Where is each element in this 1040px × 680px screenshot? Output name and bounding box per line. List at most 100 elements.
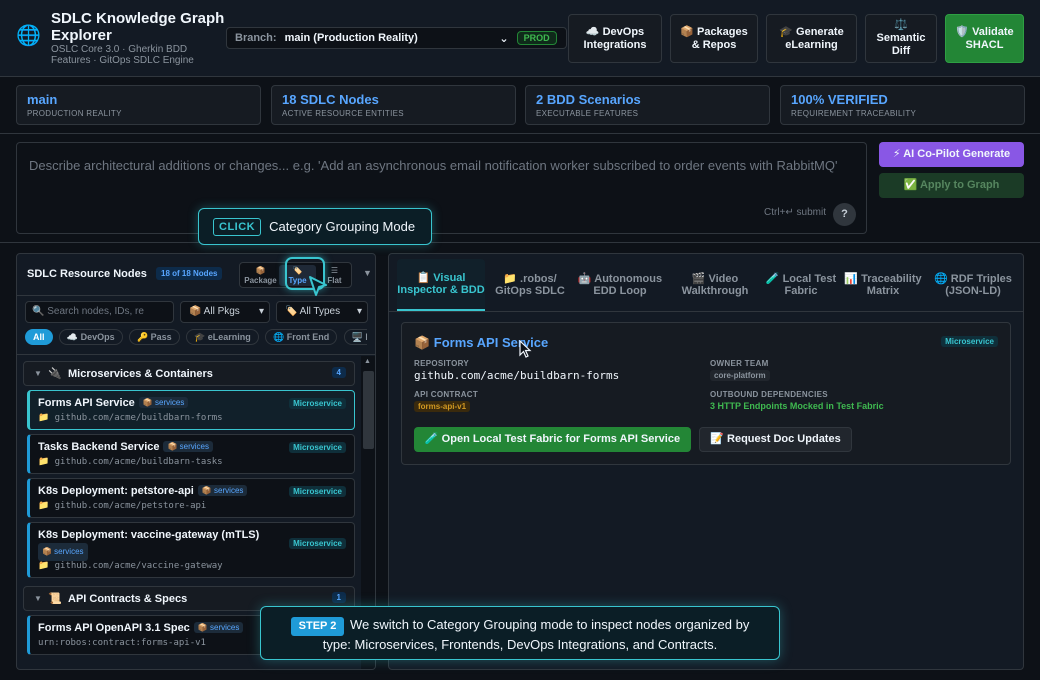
tab-video-walkthrough[interactable]: 🎬 Video Walkthrough (669, 259, 761, 311)
validate-shacl-button[interactable]: 🛡️ Validate SHACL (945, 14, 1024, 63)
branch-value: main (Production Reality) (284, 31, 418, 44)
step-caption: STEP 2 We switch to Category Grouping mo… (260, 606, 780, 660)
stat-label: EXECUTABLE FEATURES (536, 109, 639, 118)
node-title: Forms API Service 📦 services (38, 397, 189, 409)
chip-devops[interactable]: ☁️ DevOps (58, 329, 123, 345)
stat-label: ACTIVE RESOURCE ENTITIES (282, 109, 404, 118)
group-name: API Contracts & Specs (68, 593, 188, 605)
node-search-input[interactable]: 🔍 Search nodes, IDs, re (25, 301, 174, 323)
tab-traceability-matrix[interactable]: 📊 Traceability Matrix (841, 259, 925, 311)
node-name: K8s Deployment: vaccine-gateway (mTLS) (38, 529, 260, 541)
dependencies-label: OUTBOUND DEPENDENCIES (710, 390, 828, 399)
type-tag: Microservice (941, 336, 998, 347)
architecture-prompt-input[interactable]: Describe architectural additions or chan… (16, 142, 867, 234)
node-count-badge: 18 of 18 Nodes (156, 267, 223, 280)
plug-icon: 🔌 (48, 368, 62, 380)
dependencies-value: 3 HTTP Endpoints Mocked in Test Fabric (710, 401, 884, 411)
node-name: Forms API OpenAPI 3.1 Spec (38, 622, 190, 634)
chip-all[interactable]: All (25, 329, 53, 345)
generate-elearning-button[interactable]: 🎓 Generate eLearning (766, 14, 857, 63)
list-item[interactable]: Tasks Backend Service 📦 services Microser… (27, 434, 355, 474)
type-filter-select[interactable]: 🏷️ All Types (276, 301, 368, 323)
chip-front-end[interactable]: 🌐 Front End (265, 329, 338, 345)
open-test-fabric-button[interactable]: 🧪 Open Local Test Fabric for Forms API S… (414, 427, 691, 452)
stat-value: main (27, 92, 58, 107)
search-icon: 🔍 (32, 306, 45, 317)
chip-elearning[interactable]: 🎓 eLearning (186, 329, 259, 345)
api-contract-label: API CONTRACT (414, 390, 479, 399)
package-filter-select[interactable]: 📦 All Pkgs (180, 301, 270, 323)
package-tag: 📦 services (138, 397, 189, 408)
list-item[interactable]: K8s Deployment: vaccine-gateway (mTLS) 📦 … (27, 522, 355, 578)
submit-hint: Ctrl+↵ submit (764, 207, 827, 218)
stat-card: main PRODUCTION REALITY (16, 85, 261, 125)
group-header-microservices[interactable]: ▼ 🔌 Microservices & Containers 4 (23, 361, 355, 386)
type-tag: Microservice (289, 442, 346, 453)
chevron-down-icon: ▼ (34, 594, 42, 603)
category-chips: All ☁️ DevOps 🔑 Pass 🎓 eLearning 🌐 Front… (25, 329, 367, 347)
prod-badge: PROD (516, 31, 557, 45)
node-repo: 📁 github.com/acme/vaccine-gateway (38, 561, 223, 571)
step-badge: STEP 2 (290, 617, 345, 636)
scroll-thumb[interactable] (363, 371, 374, 449)
divider (389, 311, 1023, 312)
branch-dropdown[interactable]: main (Production Reality) ⌄ (285, 32, 509, 45)
semantic-diff-button[interactable]: ⚖️ Semantic Diff (865, 14, 937, 63)
tab-visual-inspector[interactable]: 📋 Visual Inspector & BDD (397, 259, 485, 311)
list-item[interactable]: K8s Deployment: petstore-api 📦 services M… (27, 478, 355, 518)
app-header: 🌐 SDLC Knowledge Graph Explorer OSLC Cor… (0, 0, 1040, 77)
api-contract-tag: forms-api-v1 (414, 401, 471, 412)
app-subtitle: OSLC Core 3.0 · Gherkin BDD Features · G… (51, 44, 194, 66)
globe-icon: 🌐 (16, 25, 41, 47)
node-repo: urn:robos:contract:forms-api-v1 (38, 638, 206, 648)
package-tag: 📦 services (193, 622, 244, 633)
step-caption-text: We switch to Category Grouping mode to i… (322, 617, 750, 652)
request-doc-updates-button[interactable]: 📝 Request Doc Updates (699, 427, 852, 452)
node-name: Forms API Service (38, 397, 135, 409)
stat-card: 100% VERIFIED REQUIREMENT TRACEABILITY (780, 85, 1025, 125)
package-tag: 📦 services (38, 543, 88, 561)
pointer-cursor-icon (309, 276, 327, 296)
repository-value: github.com/acme/buildbarn-forms (414, 369, 620, 382)
mode-package-button[interactable]: 📦 Package (242, 265, 279, 286)
chip-design[interactable]: 🖥️ Des (343, 329, 367, 345)
divider (17, 354, 375, 355)
node-detail-card: 📦 Forms API Service Microservice REPOSIT… (401, 322, 1011, 465)
type-tag: Microservice (289, 398, 346, 409)
list-item[interactable]: Forms API Service 📦 services Microservice… (27, 390, 355, 430)
chevron-down-icon[interactable]: ▼ (363, 268, 372, 278)
mode-label: Package (244, 276, 277, 285)
ai-copilot-generate-button[interactable]: ⚡ AI Co-Pilot Generate (879, 142, 1024, 167)
stat-value: 2 BDD Scenarios (536, 92, 641, 107)
tab-gitops-sdlc[interactable]: 📁 .robos/ GitOps SDLC (489, 259, 571, 311)
stat-card: 18 SDLC Nodes ACTIVE RESOURCE ENTITIES (271, 85, 516, 125)
chevron-down-icon: ⌄ (499, 32, 509, 45)
repository-label: REPOSITORY (414, 359, 470, 368)
packages-repos-button[interactable]: 📦 Packages & Repos (670, 14, 758, 63)
stat-card: 2 BDD Scenarios EXECUTABLE FEATURES (525, 85, 770, 125)
stat-value: 100% VERIFIED (791, 92, 888, 107)
devops-integrations-button[interactable]: ☁️ DevOps Integrations (568, 14, 662, 63)
tab-rdf-triples[interactable]: 🌐 RDF Triples (JSON-LD) (929, 259, 1017, 311)
owner-team-tag: core-platform (710, 370, 770, 381)
tab-local-test-fabric[interactable]: 🧪 Local Test Fabric (765, 259, 837, 311)
divider (0, 242, 1040, 243)
owner-team-label: OWNER TEAM (710, 359, 769, 368)
apply-to-graph-button[interactable]: ✅ Apply to Graph (879, 173, 1024, 198)
stats-bar: main PRODUCTION REALITY 18 SDLC Nodes AC… (0, 77, 1040, 134)
tab-autonomous-edd[interactable]: 🤖 Autonomous EDD Loop (575, 259, 665, 311)
type-tag: Microservice (289, 538, 346, 549)
package-tag: 📦 services (163, 441, 214, 452)
node-repo: 📁 github.com/acme/petstore-api (38, 501, 207, 511)
scroll-up-icon[interactable]: ▲ (364, 358, 371, 365)
package-icon: 📦 (255, 266, 266, 275)
node-repo: 📁 github.com/acme/buildbarn-forms (38, 413, 223, 423)
chip-pass[interactable]: 🔑 Pass (128, 329, 180, 345)
help-button[interactable]: ? (833, 203, 856, 226)
branch-selector[interactable]: Branch: main (Production Reality) ⌄ PROD (226, 27, 567, 49)
node-title: Tasks Backend Service 📦 services (38, 441, 214, 453)
node-repo: 📁 github.com/acme/buildbarn-tasks (38, 457, 223, 467)
stat-value: 18 SDLC Nodes (282, 92, 379, 107)
click-tooltip: CLICK Category Grouping Mode (198, 208, 432, 245)
scroll-icon: 📜 (48, 593, 62, 605)
